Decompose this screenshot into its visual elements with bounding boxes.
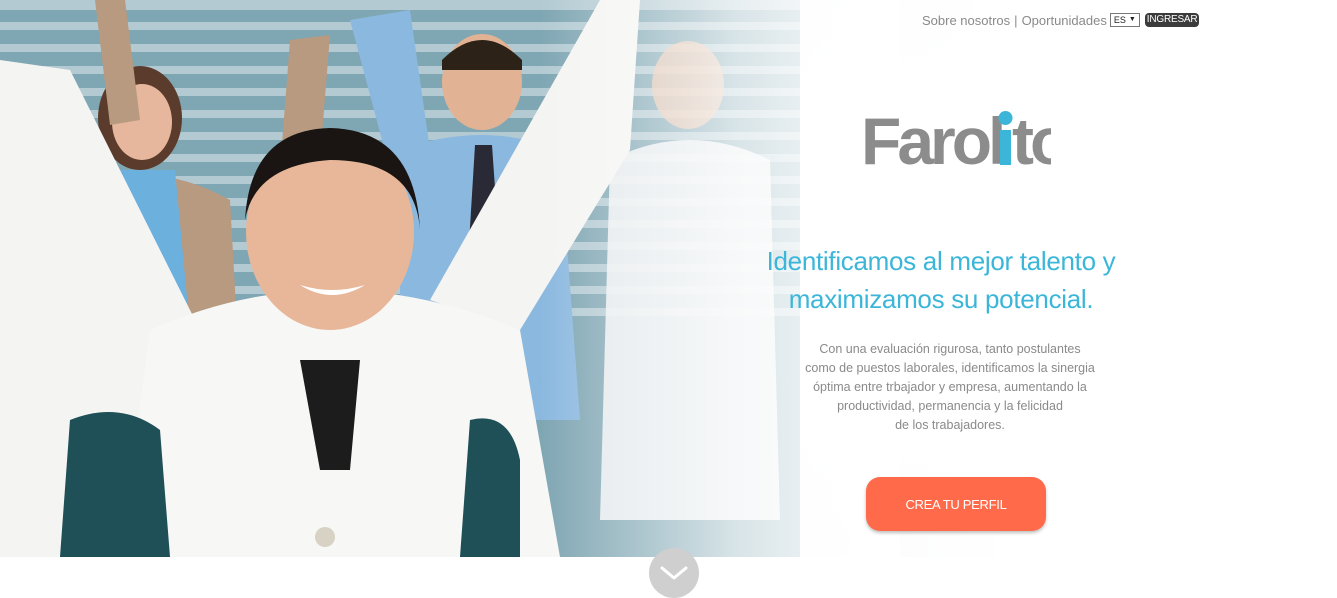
svg-text:to: to: [1012, 104, 1051, 174]
nav-link-opportunities[interactable]: Oportunidades: [1022, 13, 1107, 28]
nav-link-about[interactable]: Sobre nosotros: [922, 13, 1010, 28]
create-profile-button[interactable]: CREA TU PERFIL: [866, 477, 1046, 531]
login-button[interactable]: INGRESAR: [1144, 13, 1200, 27]
farolito-logo: Farol to: [861, 104, 1051, 174]
language-select[interactable]: ES ▼: [1109, 13, 1140, 27]
svg-text:Farol: Farol: [861, 104, 1002, 174]
headline-line-2: maximizamos su potencial.: [788, 284, 1094, 314]
description-line: de los trabajadores.: [895, 418, 1005, 432]
hero-headline: Identificamos al mejor talento y maximiz…: [741, 242, 1141, 318]
hero-section: Sobre nosotros | Oportunidades ES ▼ INGR…: [0, 0, 1337, 557]
nav-separator: |: [1014, 12, 1018, 28]
caret-down-icon: ▼: [1128, 16, 1136, 23]
chevron-down-icon: [660, 566, 688, 580]
description-line: óptima entre trbajador y empresa, aument…: [813, 380, 1087, 394]
headline-line-1: Identificamos al mejor talento y: [766, 246, 1116, 276]
description-line: productividad, permanencia y la felicida…: [837, 399, 1063, 413]
top-nav: Sobre nosotros | Oportunidades ES ▼ INGR…: [922, 12, 1200, 28]
description-line: como de puestos laborales, identificamos…: [805, 361, 1095, 375]
language-value: ES: [1113, 15, 1126, 25]
description-line: Con una evaluación rigurosa, tanto postu…: [819, 342, 1081, 356]
hero-description: Con una evaluación rigurosa, tanto postu…: [800, 340, 1100, 435]
